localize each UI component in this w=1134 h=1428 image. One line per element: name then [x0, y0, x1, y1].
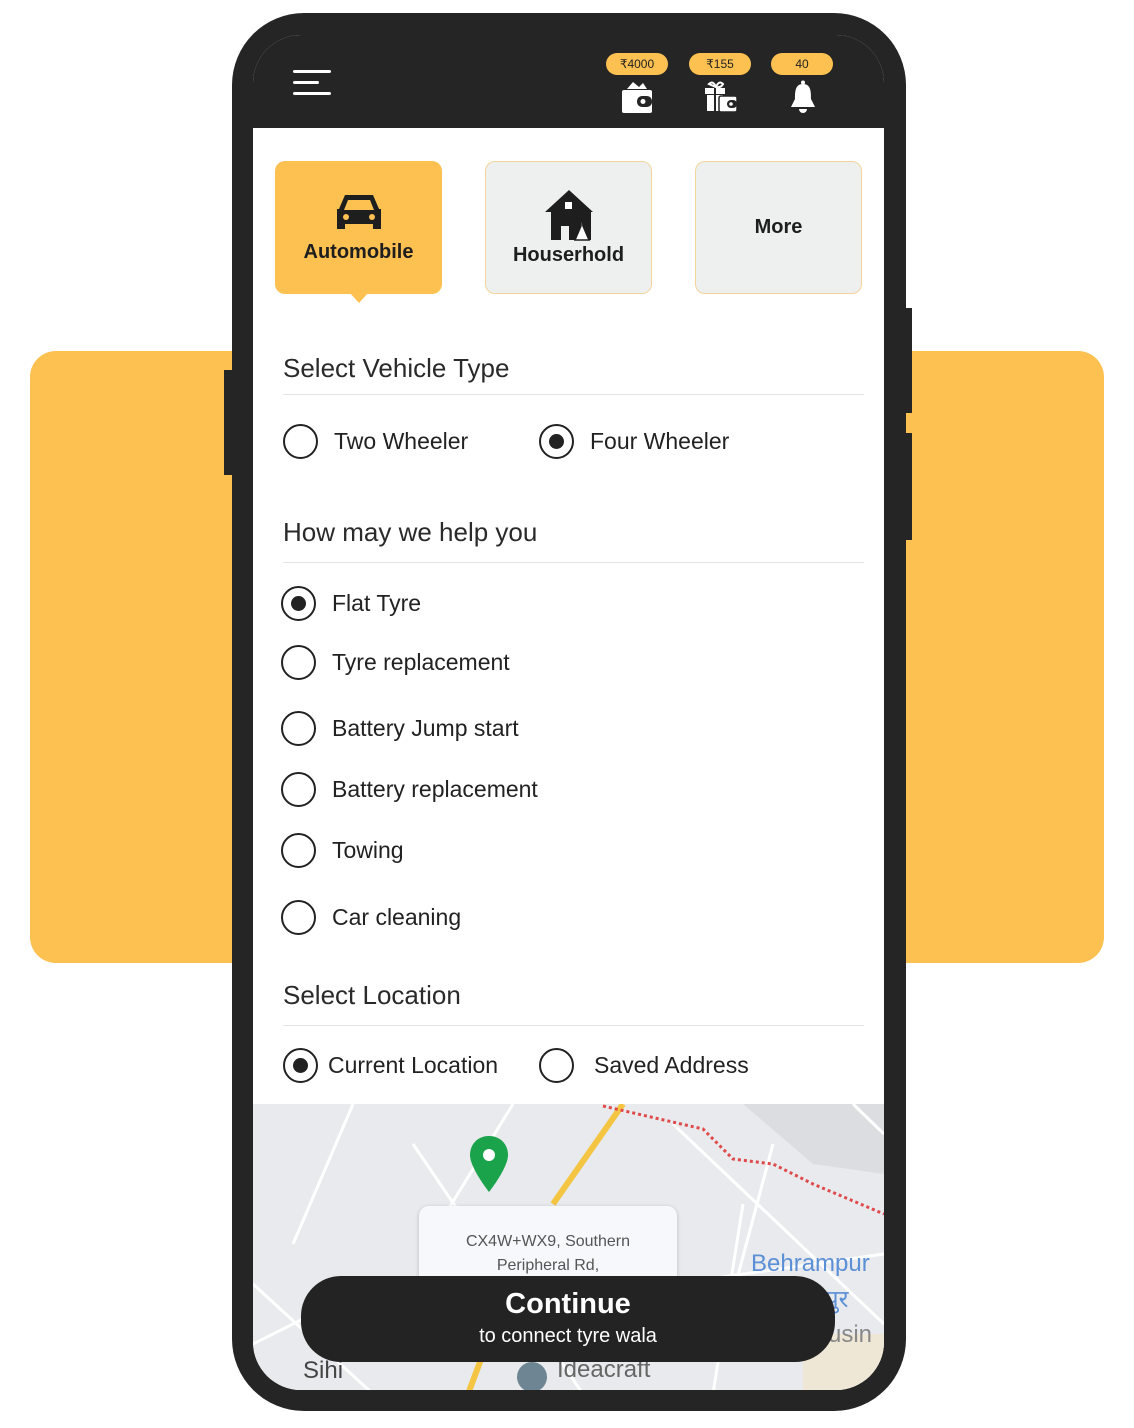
- section-title-vehicle: Select Vehicle Type: [283, 353, 510, 383]
- category-label: More: [754, 216, 803, 238]
- radio-circle[interactable]: [281, 900, 316, 935]
- location-pin-icon[interactable]: [469, 1136, 509, 1194]
- radio-label: Battery replacement: [332, 776, 538, 802]
- radio-circle[interactable]: [281, 711, 316, 746]
- house-broom-icon: [544, 190, 593, 241]
- section-title-location: Select Location: [283, 980, 461, 1010]
- radio-towing[interactable]: Towing: [281, 833, 404, 868]
- car-icon: [336, 195, 381, 229]
- radio-label: Two Wheeler: [334, 428, 469, 454]
- divider: [283, 1025, 864, 1026]
- continue-subtitle: to connect tyre wala: [479, 1325, 657, 1347]
- category-more[interactable]: More: [695, 161, 862, 294]
- category-label: Houserhold: [512, 244, 625, 266]
- bell-icon[interactable]: [785, 79, 821, 115]
- radio-label: Flat Tyre: [332, 590, 422, 616]
- gift-wallet-icon[interactable]: [703, 79, 739, 115]
- radio-circle[interactable]: [281, 645, 316, 680]
- active-pointer: [350, 293, 368, 303]
- radio-circle[interactable]: [539, 424, 574, 459]
- radio-label: Car cleaning: [332, 904, 462, 930]
- radio-battery-replacement[interactable]: Battery replacement: [281, 772, 538, 807]
- map-place-icon: [517, 1362, 547, 1390]
- divider: [283, 562, 864, 563]
- gift-balance-badge: ₹155: [689, 53, 751, 75]
- radio-circle[interactable]: [281, 586, 316, 621]
- wallet-balance-badge: ₹4000: [606, 53, 668, 75]
- radio-label: Towing: [332, 837, 404, 863]
- radio-label: Battery Jump start: [332, 715, 519, 741]
- radio-label: Tyre replacement: [332, 649, 510, 675]
- radio-circle[interactable]: [281, 772, 316, 807]
- radio-four-wheeler[interactable]: Four Wheeler: [539, 424, 729, 459]
- radio-flat-tyre[interactable]: Flat Tyre: [281, 586, 421, 621]
- wallet-icon[interactable]: [619, 79, 655, 115]
- radio-car-cleaning[interactable]: Car cleaning: [281, 900, 461, 935]
- radio-circle[interactable]: [283, 1048, 318, 1083]
- continue-button[interactable]: Continue to connect tyre wala: [301, 1276, 835, 1362]
- address-line: Peripheral Rd,: [496, 1257, 600, 1274]
- radio-circle[interactable]: [539, 1048, 574, 1083]
- radio-label: Saved Address: [594, 1052, 749, 1078]
- section-title-help: How may we help you: [283, 517, 538, 547]
- radio-saved-address[interactable]: Saved Address: [539, 1048, 749, 1083]
- continue-title: Continue: [505, 1288, 631, 1320]
- app-header: ₹4000 ₹155 40: [253, 35, 884, 128]
- radio-current-location[interactable]: Current Location: [283, 1048, 498, 1083]
- address-card: CX4W+WX9, Southern Peripheral Rd,: [419, 1206, 677, 1286]
- radio-label: Current Location: [328, 1052, 499, 1078]
- phone-screen: ₹4000 ₹155 40 Automobile Houserhold More…: [253, 35, 884, 1390]
- radio-circle[interactable]: [281, 833, 316, 868]
- menu-icon[interactable]: [293, 70, 331, 96]
- radio-battery-jump-start[interactable]: Battery Jump start: [281, 711, 519, 746]
- divider: [283, 394, 864, 395]
- radio-circle[interactable]: [283, 424, 318, 459]
- category-automobile[interactable]: Automobile: [275, 161, 442, 303]
- notification-count-badge: 40: [771, 53, 833, 75]
- category-household[interactable]: Houserhold: [485, 161, 652, 294]
- address-line: CX4W+WX9, Southern: [465, 1233, 631, 1250]
- radio-two-wheeler[interactable]: Two Wheeler: [283, 424, 468, 459]
- category-label: Automobile: [303, 241, 414, 263]
- map-label-behrampur: Behrampur: [751, 1250, 870, 1277]
- radio-tyre-replacement[interactable]: Tyre replacement: [281, 645, 510, 680]
- radio-label: Four Wheeler: [590, 428, 730, 454]
